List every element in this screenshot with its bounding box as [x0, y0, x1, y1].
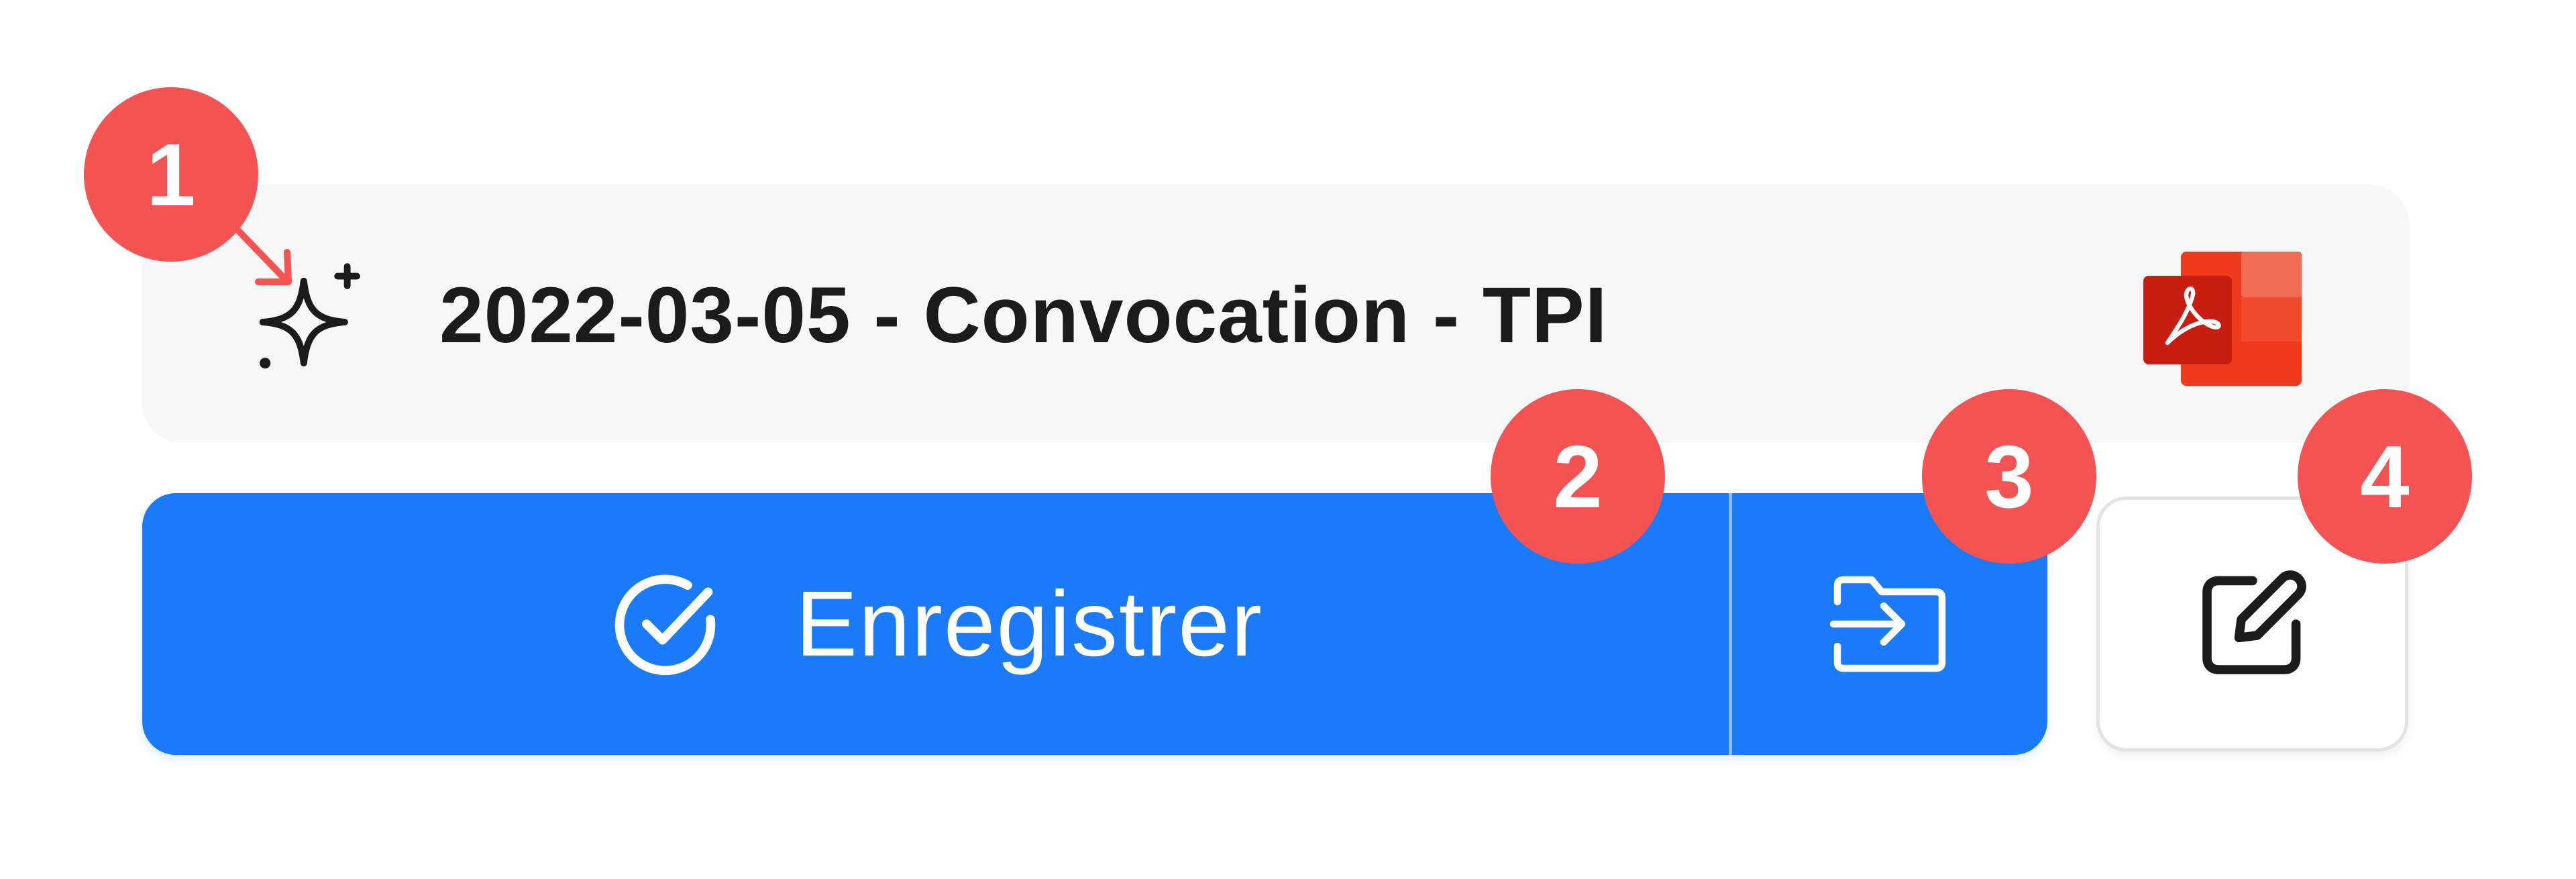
save-button[interactable]: Enregistrer: [142, 493, 1729, 755]
callout-badge-1: 1: [84, 87, 258, 262]
callout-badge-3: 3: [1922, 389, 2096, 564]
save-button-group: Enregistrer: [142, 493, 2047, 755]
callout-badge-4: 4: [2298, 389, 2472, 564]
save-button-label: Enregistrer: [796, 572, 1263, 676]
callout-badge-2: 2: [1491, 389, 1665, 564]
file-name: 2022-03-05 - Convocation - TPI: [439, 271, 1608, 360]
check-circle-icon: [614, 574, 716, 676]
folder-import-icon: [1829, 576, 1946, 672]
pdf-file-icon: [2143, 252, 2302, 386]
edit-pencil-icon: [2202, 570, 2306, 674]
